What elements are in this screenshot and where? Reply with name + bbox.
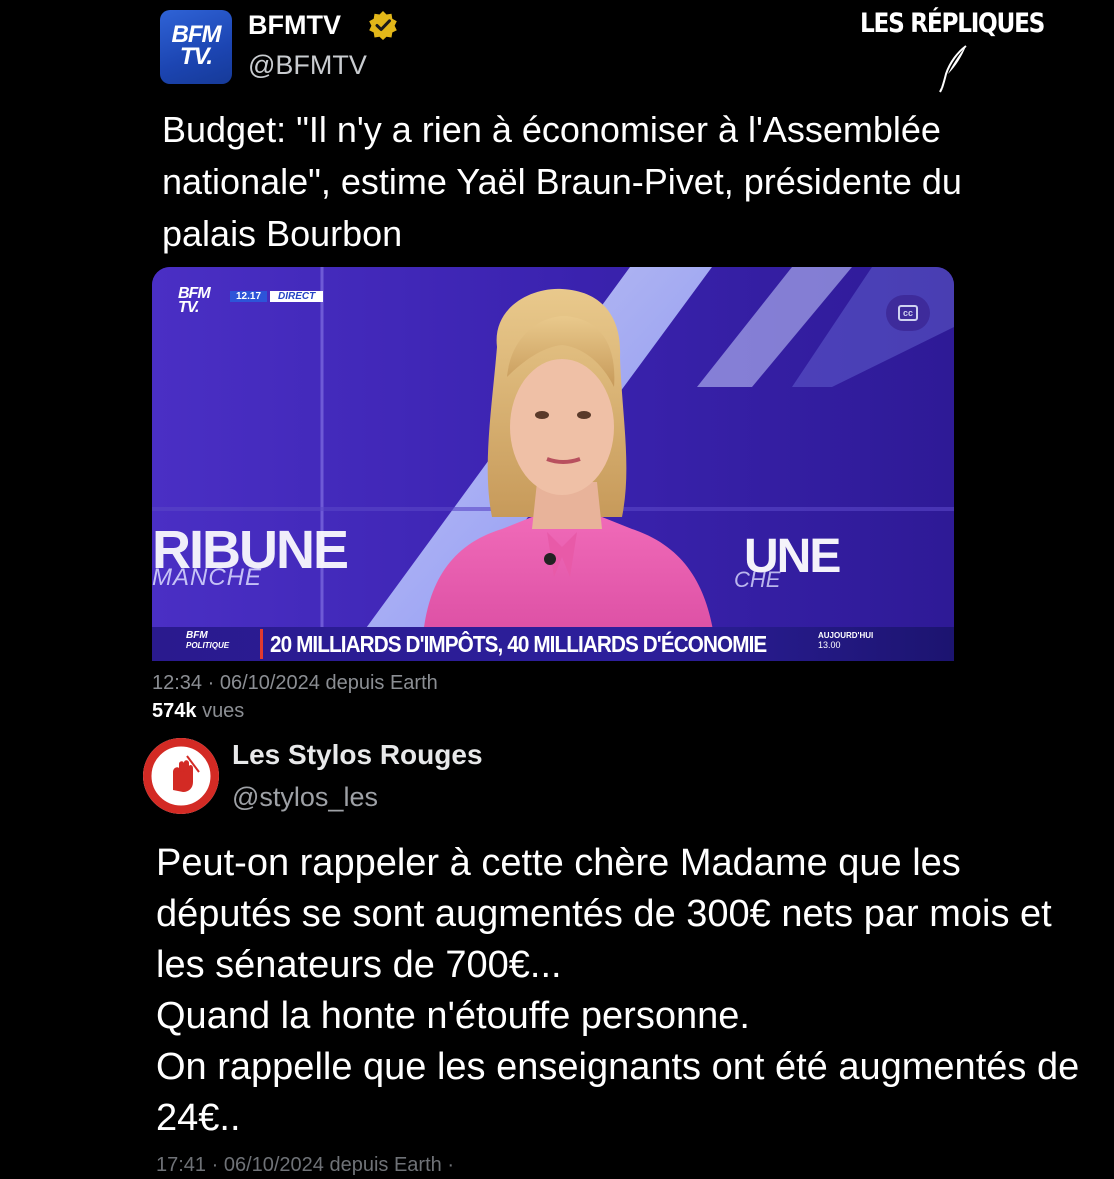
- tweet1-text: Budget: "Il n'y a rien à économiser à l'…: [162, 109, 962, 254]
- tweet1-timestamp[interactable]: 12:34 · 06/10/2024 depuis Earth: [152, 670, 438, 696]
- quill-icon: [939, 45, 967, 93]
- ticker-headline: 20 MILLIARDS D'IMPÔTS, 40 MILLIARDS D'ÉC…: [270, 631, 767, 657]
- presenter-figure: [422, 288, 717, 661]
- ticker-brand-line1: BFM: [186, 630, 208, 641]
- svg-text:ooo: ooo: [176, 767, 187, 774]
- tweet2-author-name[interactable]: Les Stylos Rouges: [232, 738, 483, 772]
- tweet1-author-handle[interactable]: @BFMTV: [248, 48, 367, 82]
- closed-captions-icon: cc: [898, 305, 918, 321]
- ticker-today-label: AUJOURD'HUI: [818, 631, 874, 640]
- ticker-today-time: 13.00: [818, 640, 841, 650]
- tweet2-author-handle[interactable]: @stylos_les: [232, 780, 378, 814]
- video-logo-line2: TV.: [178, 299, 199, 316]
- news-ticker: BFM POLITIQUE 20 MILLIARDS D'IMPÔTS, 40 …: [152, 627, 954, 661]
- ticker-brand-line2: POLITIQUE: [186, 641, 230, 650]
- tweet1-video[interactable]: RIBUNE MANCHE UNE CHE BFM TV. 12.17 DIRE…: [152, 267, 954, 661]
- stylos-rouges-logo-icon: ooo: [143, 738, 219, 814]
- ticker-separator: [260, 629, 263, 659]
- les-repliques-watermark: LES RÉPLIQUES: [860, 8, 1045, 39]
- views-label: vues: [202, 700, 245, 722]
- tweet1-views: 574k vues: [152, 698, 244, 724]
- views-count: 574k: [152, 700, 197, 722]
- video-channel-logo: BFM TV.: [178, 286, 211, 316]
- bfmtv-avatar[interactable]: BFM TV.: [160, 10, 232, 84]
- video-time-badge: 12.17: [230, 291, 268, 302]
- ticker-brand: BFM POLITIQUE: [186, 631, 229, 651]
- video-live-badge: DIRECT: [270, 291, 324, 302]
- closed-captions-button[interactable]: cc: [886, 295, 930, 331]
- tweet2-text: Peut-on rappeler à cette chère Madame qu…: [156, 842, 1080, 1139]
- stylos-rouges-avatar[interactable]: ooo: [143, 738, 219, 814]
- tweet1-author-name[interactable]: BFMTV: [248, 8, 341, 42]
- tweet2-timestamp[interactable]: 17:41 · 06/10/2024 depuis Earth ·: [156, 1153, 454, 1177]
- verified-badge-icon: [369, 11, 397, 40]
- avatar-logo-line2: TV.: [179, 43, 213, 70]
